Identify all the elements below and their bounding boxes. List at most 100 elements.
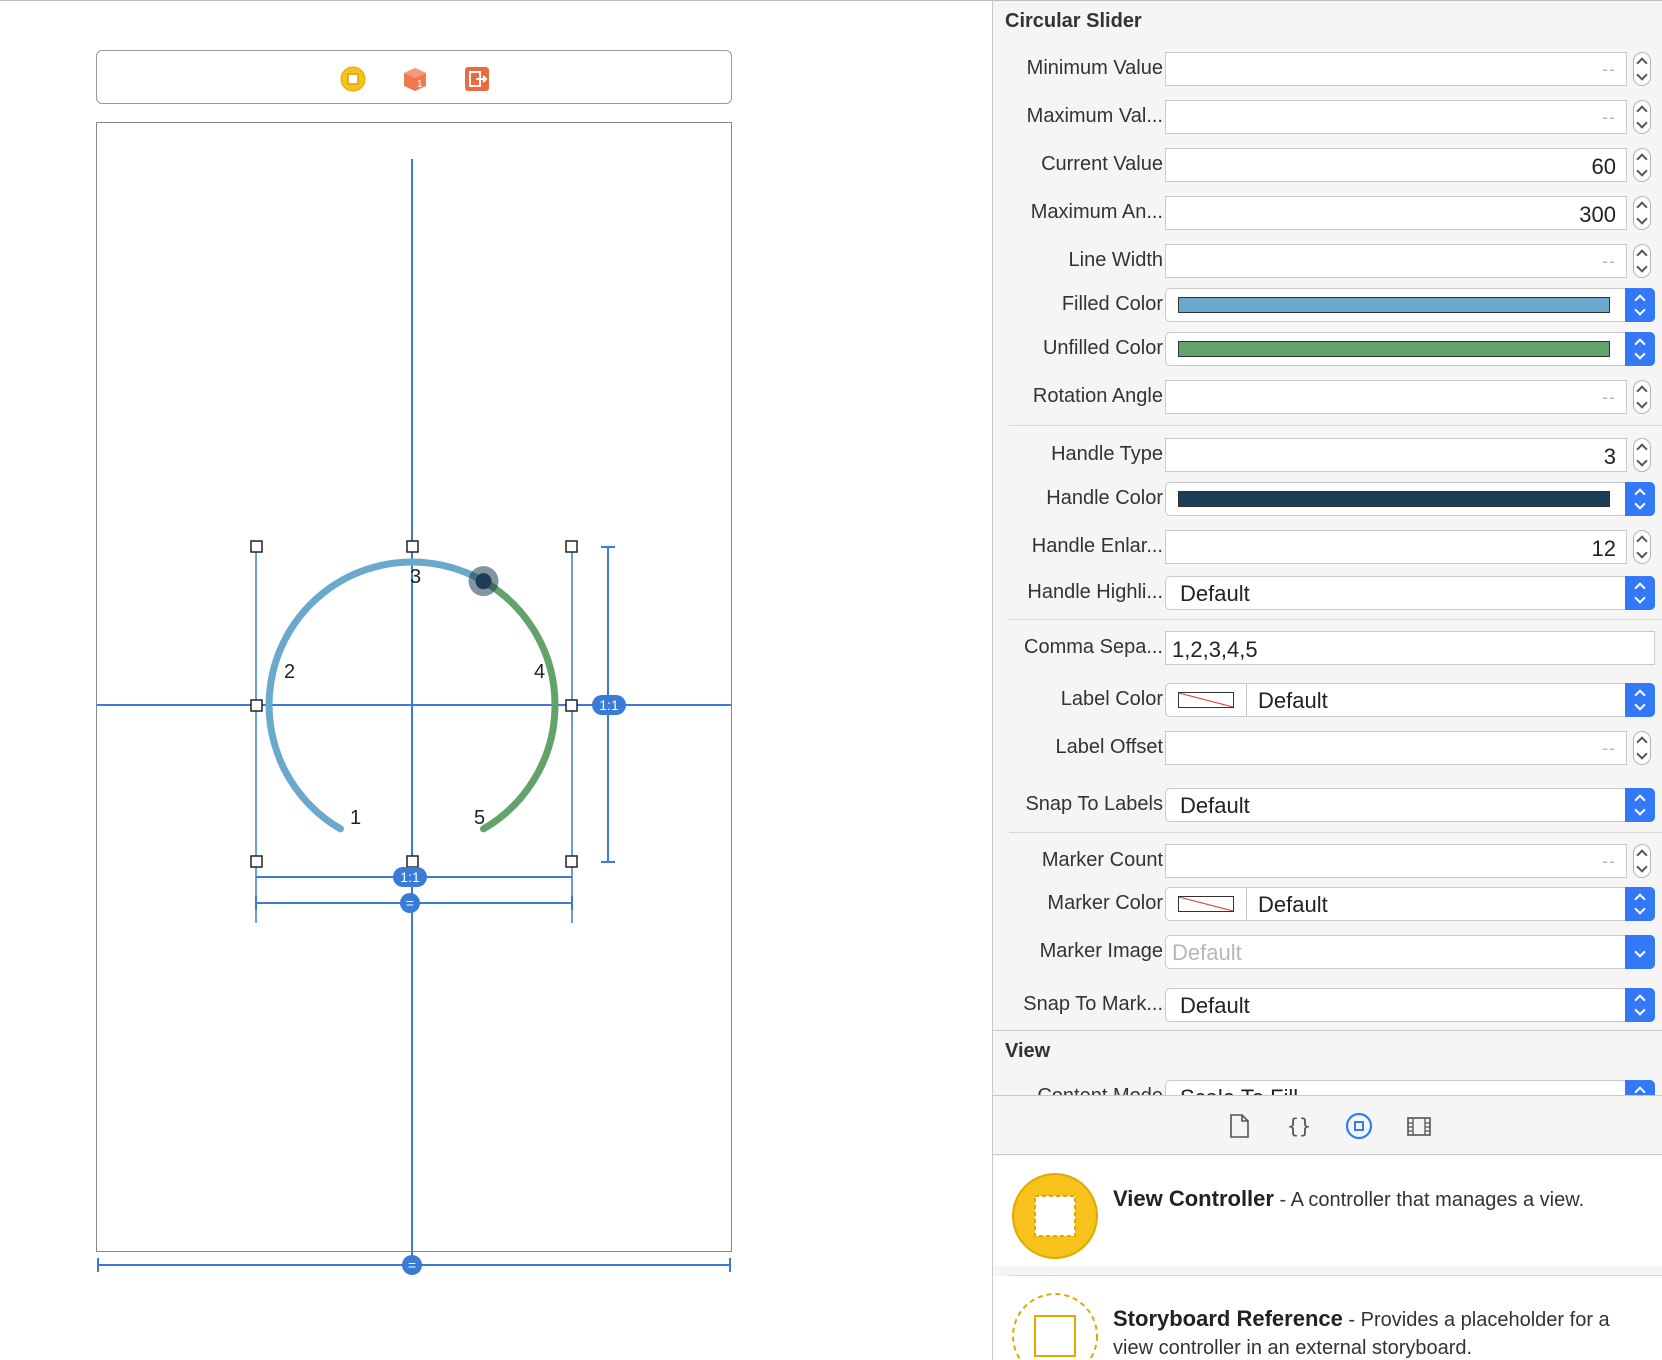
label-offset-stepper[interactable] <box>1633 731 1651 765</box>
slider-label-4: 4 <box>534 661 545 683</box>
handle-highlight-popup[interactable]: Default <box>1165 576 1655 610</box>
section-title-circular-slider: Circular Slider <box>1005 10 1142 32</box>
unfilled-color-popup[interactable] <box>1165 332 1655 366</box>
popup-arrow-icon <box>1625 988 1655 1022</box>
handle-enlargement-stepper[interactable] <box>1633 530 1651 564</box>
row-handle-type: Handle Type 3 <box>993 435 1662 475</box>
aspect-ratio-badge-right[interactable]: 1:1 <box>592 695 626 715</box>
separator <box>1009 425 1662 426</box>
row-handle-color: Handle Color <box>993 479 1662 519</box>
circular-slider-canvas: 1 2 3 4 5 1:1 1:1 = = <box>97 159 731 1275</box>
marker-count-field[interactable]: -- <box>1165 844 1627 878</box>
marker-image-combo[interactable]: Default <box>1165 935 1655 969</box>
row-current-value: Current Value 60 <box>993 145 1662 185</box>
row-filled-color: Filled Color <box>993 285 1662 325</box>
resize-handle-top[interactable] <box>406 540 419 553</box>
library-item-storyboard-reference[interactable]: Storyboard Reference - Provides a placeh… <box>993 1276 1662 1360</box>
row-label: Rotation Angle <box>1032 385 1163 407</box>
row-marker-count: Marker Count -- <box>993 841 1662 881</box>
snap-to-labels-popup[interactable]: Default <box>1165 788 1655 822</box>
popup-arrow-icon <box>1625 1080 1655 1095</box>
row-label: Maximum An... <box>1030 201 1163 223</box>
resize-handle-bottom-left[interactable] <box>250 855 263 868</box>
row-snap-to-markers: Snap To Mark... Default <box>993 985 1662 1025</box>
handle-enlargement-field[interactable]: 12 <box>1165 530 1627 564</box>
marker-count-stepper[interactable] <box>1633 844 1651 878</box>
current-value-field[interactable]: 60 <box>1165 148 1627 182</box>
row-label: Minimum Value <box>1026 57 1163 79</box>
library-tab-bar: {} <box>993 1095 1662 1155</box>
handle-type-stepper[interactable] <box>1633 438 1651 472</box>
bottom-equal-badge[interactable]: = <box>402 1255 422 1275</box>
svg-text:=: = <box>406 895 414 911</box>
separator <box>1009 832 1662 833</box>
row-label: Label Offset <box>1055 736 1163 758</box>
handle-color-popup[interactable] <box>1165 482 1655 516</box>
svg-text:1:1: 1:1 <box>400 869 420 885</box>
row-label-offset: Label Offset -- <box>993 728 1662 768</box>
resize-handle-top-right[interactable] <box>565 540 578 553</box>
row-marker-image: Marker Image Default <box>993 932 1662 972</box>
slider-handle[interactable] <box>475 573 492 590</box>
equal-width-badge[interactable]: = <box>400 893 420 913</box>
row-label: Current Value <box>1041 153 1163 175</box>
maximum-value-field[interactable]: -- <box>1165 100 1627 134</box>
slider-label-2: 2 <box>284 661 295 683</box>
maximum-angle-stepper[interactable] <box>1633 196 1651 230</box>
snap-to-markers-popup[interactable]: Default <box>1165 988 1655 1022</box>
minimum-value-field[interactable]: -- <box>1165 52 1627 86</box>
maximum-angle-field[interactable]: 300 <box>1165 196 1627 230</box>
storyboard-reference-icon <box>1012 1293 1098 1360</box>
label-color-popup[interactable]: Default <box>1165 683 1655 717</box>
library-item-view-controller[interactable]: View Controller - A controller that mana… <box>993 1156 1662 1266</box>
no-color-swatch <box>1178 896 1234 912</box>
comma-separated-labels-field[interactable]: 1,2,3,4,5 <box>1165 631 1655 665</box>
row-maximum-value: Maximum Val... -- <box>993 97 1662 137</box>
row-label: Marker Image <box>1039 940 1163 962</box>
row-content-mode: Content Mode Scale To Fill <box>993 1077 1662 1095</box>
object-library-icon[interactable] <box>1345 1112 1373 1140</box>
svg-text:1:1: 1:1 <box>599 697 619 713</box>
row-label: Handle Highli... <box>1027 581 1163 603</box>
row-label: Content Mode <box>1037 1085 1163 1095</box>
filled-color-swatch <box>1178 297 1610 313</box>
aspect-ratio-badge-bottom[interactable]: 1:1 <box>393 867 427 887</box>
storyboard-canvas[interactable]: 1 1 2 3 4 5 1:1 1:1 = = <box>0 0 992 1360</box>
resize-handle-right[interactable] <box>565 699 578 712</box>
row-label: Marker Count <box>1041 849 1163 871</box>
section-title-view: View <box>1005 1040 1051 1062</box>
row-label: Snap To Labels <box>1025 793 1163 815</box>
resize-handle-bottom-right[interactable] <box>565 855 578 868</box>
current-value-stepper[interactable] <box>1633 148 1651 182</box>
row-handle-highlight: Handle Highli... Default <box>993 573 1662 613</box>
row-label: Maximum Val... <box>1026 105 1163 127</box>
popup-arrow-icon <box>1625 288 1655 322</box>
filled-color-popup[interactable] <box>1165 288 1655 322</box>
rotation-angle-field[interactable]: -- <box>1165 380 1627 414</box>
handle-type-field[interactable]: 3 <box>1165 438 1627 472</box>
row-unfilled-color: Unfilled Color <box>993 329 1662 369</box>
slider-label-5: 5 <box>474 807 485 829</box>
line-width-stepper[interactable] <box>1633 244 1651 278</box>
file-icon[interactable] <box>1225 1112 1253 1140</box>
slider-label-1: 1 <box>350 807 361 829</box>
label-offset-field[interactable]: -- <box>1165 731 1627 765</box>
unfilled-color-swatch <box>1178 341 1610 357</box>
resize-handle-top-left[interactable] <box>250 540 263 553</box>
resize-handle-left[interactable] <box>250 699 263 712</box>
minimum-value-stepper[interactable] <box>1633 52 1651 86</box>
line-width-field[interactable]: -- <box>1165 244 1627 278</box>
row-marker-color: Marker Color Default <box>993 884 1662 924</box>
braces-icon[interactable]: {} <box>1285 1112 1313 1140</box>
row-label: Comma Sepa... <box>1024 636 1163 658</box>
content-mode-popup[interactable]: Scale To Fill <box>1165 1080 1655 1095</box>
resize-handle-bottom[interactable] <box>406 855 419 868</box>
row-label: Handle Type <box>1051 443 1163 465</box>
media-library-icon[interactable] <box>1405 1112 1433 1140</box>
row-label: Snap To Mark... <box>1023 993 1163 1015</box>
marker-color-popup[interactable]: Default <box>1165 887 1655 921</box>
row-label: Filled Color <box>1061 293 1163 315</box>
view-controller-icon <box>1012 1173 1098 1259</box>
rotation-angle-stepper[interactable] <box>1633 380 1651 414</box>
maximum-value-stepper[interactable] <box>1633 100 1651 134</box>
